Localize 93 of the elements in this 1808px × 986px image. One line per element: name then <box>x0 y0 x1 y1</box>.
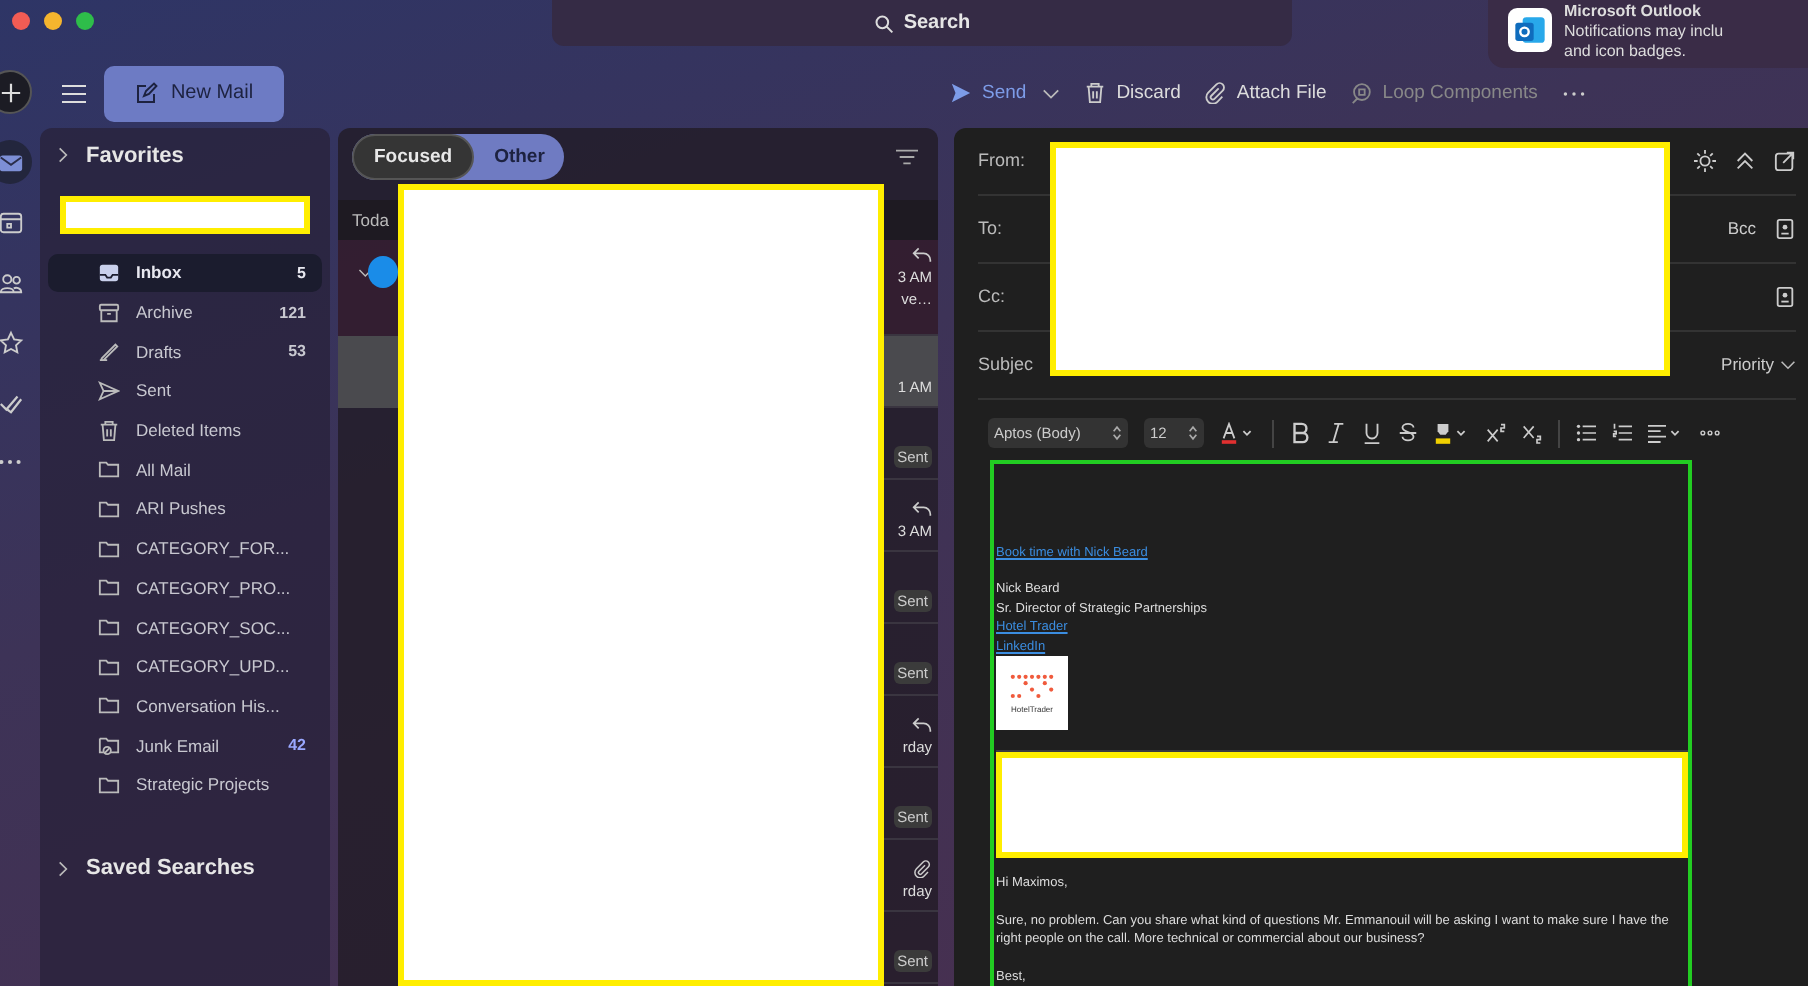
from-label: From: <box>978 150 1025 170</box>
notification-title: Microsoft Outlook <box>1564 2 1703 22</box>
cc-label: Cc: <box>978 286 1005 306</box>
address-book-icon[interactable] <box>1774 285 1796 307</box>
folder-icon <box>98 773 120 796</box>
folder-item[interactable]: Conversation His... <box>48 686 322 726</box>
search-field[interactable]: Search <box>552 0 1292 46</box>
folder-item[interactable]: CATEGORY_PRO... <box>48 568 322 608</box>
to-label: To: <box>978 218 1003 238</box>
search-icon <box>873 13 894 33</box>
menu-icon[interactable] <box>62 83 86 104</box>
notification-banner[interactable]: Microsoft Outlook Notifications may inclu and icon badges. <box>1488 0 1808 68</box>
more-icon[interactable] <box>1561 89 1586 98</box>
chevron-down-icon <box>1780 359 1796 369</box>
mail-app-icon <box>1508 8 1552 52</box>
folder-icon <box>98 458 120 481</box>
folder-item[interactable]: Deleted Items <box>48 410 322 450</box>
inbox-tab[interactable]: Other <box>474 134 565 180</box>
trash-icon <box>98 419 120 442</box>
subscript-icon[interactable] <box>1522 422 1542 444</box>
reply-icon <box>912 245 932 263</box>
pop-out-icon[interactable] <box>1774 149 1796 171</box>
strikethrough-icon[interactable] <box>1398 422 1418 444</box>
junk-folder-icon <box>98 734 120 757</box>
notification-text: Notifications may inclu <box>1564 22 1724 42</box>
folder-item[interactable]: All Mail <box>48 449 322 490</box>
sun-icon[interactable] <box>1694 149 1716 171</box>
italic-icon[interactable] <box>1326 422 1346 444</box>
paperclip-icon <box>912 859 932 877</box>
align-icon[interactable] <box>1648 422 1684 444</box>
notification-text: and icon badges. <box>1564 42 1688 62</box>
close-button[interactable] <box>12 12 30 30</box>
saved-searches-header[interactable]: Saved Searches <box>48 848 322 889</box>
send-icon <box>950 82 972 105</box>
folder-item[interactable]: CATEGORY_UPD... <box>48 646 322 687</box>
plus-icon <box>0 81 21 103</box>
stepper-icon <box>1188 424 1198 442</box>
folder-icon <box>98 616 120 639</box>
zoom-button[interactable] <box>76 12 94 30</box>
paperclip-icon <box>1204 82 1227 105</box>
message-row-strip[interactable] <box>338 239 398 335</box>
folder-item[interactable]: Inbox 5 <box>48 253 322 293</box>
archive-icon <box>98 301 120 324</box>
inbox-tab[interactable]: Focused <box>352 134 475 180</box>
collapse-icon[interactable] <box>1734 149 1756 171</box>
folder-item[interactable]: Junk Email 42 <box>48 725 322 765</box>
address-book-icon[interactable] <box>1774 217 1796 239</box>
filter-icon[interactable] <box>896 148 918 166</box>
to-option-button[interactable]: Bcc <box>1727 218 1756 238</box>
bullet-list-icon[interactable] <box>1576 422 1596 444</box>
chevron-right-icon <box>58 859 68 878</box>
avatar-circle <box>368 255 398 287</box>
trash-icon <box>1084 82 1107 105</box>
folder-item[interactable]: Sent <box>48 371 322 411</box>
subject-label: Subjec <box>978 354 1034 374</box>
pencil-icon <box>98 340 120 363</box>
numbered-list-icon[interactable] <box>1612 422 1632 444</box>
folder-item[interactable]: Drafts 53 <box>48 331 322 372</box>
highlighter-icon[interactable] <box>1434 422 1470 444</box>
folder-icon <box>98 576 120 599</box>
folder-item[interactable]: CATEGORY_SOC... <box>48 607 322 647</box>
favorites-header[interactable]: Favorites <box>48 135 322 175</box>
send-icon <box>98 379 120 402</box>
stepper-icon <box>1112 424 1122 442</box>
underline-icon[interactable] <box>1362 422 1382 444</box>
chevron-right-icon <box>58 146 68 164</box>
loop-icon <box>1350 82 1373 105</box>
add-button[interactable] <box>0 70 32 114</box>
compose-icon <box>134 81 159 106</box>
mail-icon[interactable] <box>0 140 32 184</box>
inbox-icon <box>98 261 120 284</box>
folder-item[interactable]: Archive 121 <box>48 292 322 332</box>
font-color-icon[interactable] <box>1220 422 1256 444</box>
minimize-button[interactable] <box>44 12 62 30</box>
attach-button[interactable]: Attach File <box>1204 82 1327 105</box>
subject-option-button[interactable]: Priority <box>1721 354 1796 374</box>
send-button[interactable]: Send <box>950 82 1061 105</box>
folder-icon <box>98 537 120 560</box>
superscript-icon[interactable] <box>1486 422 1506 444</box>
folder-icon <box>98 655 120 678</box>
new-mail-button[interactable]: New Mail <box>104 65 284 122</box>
folder-item[interactable]: CATEGORY_FOR... <box>48 528 322 568</box>
bold-icon[interactable] <box>1290 422 1310 444</box>
message-editor[interactable] <box>990 459 1692 986</box>
reply-icon <box>912 499 932 517</box>
folder-item[interactable]: ARI Pushes <box>48 489 322 529</box>
discard-button[interactable]: Discard <box>1084 82 1181 105</box>
folder-icon <box>98 694 120 717</box>
chevron-down-icon[interactable] <box>1042 87 1061 100</box>
folder-item[interactable]: Strategic Projects <box>48 764 322 805</box>
folder-icon <box>98 497 120 520</box>
date-group-label: Toda <box>352 209 389 229</box>
reply-icon <box>912 715 932 733</box>
